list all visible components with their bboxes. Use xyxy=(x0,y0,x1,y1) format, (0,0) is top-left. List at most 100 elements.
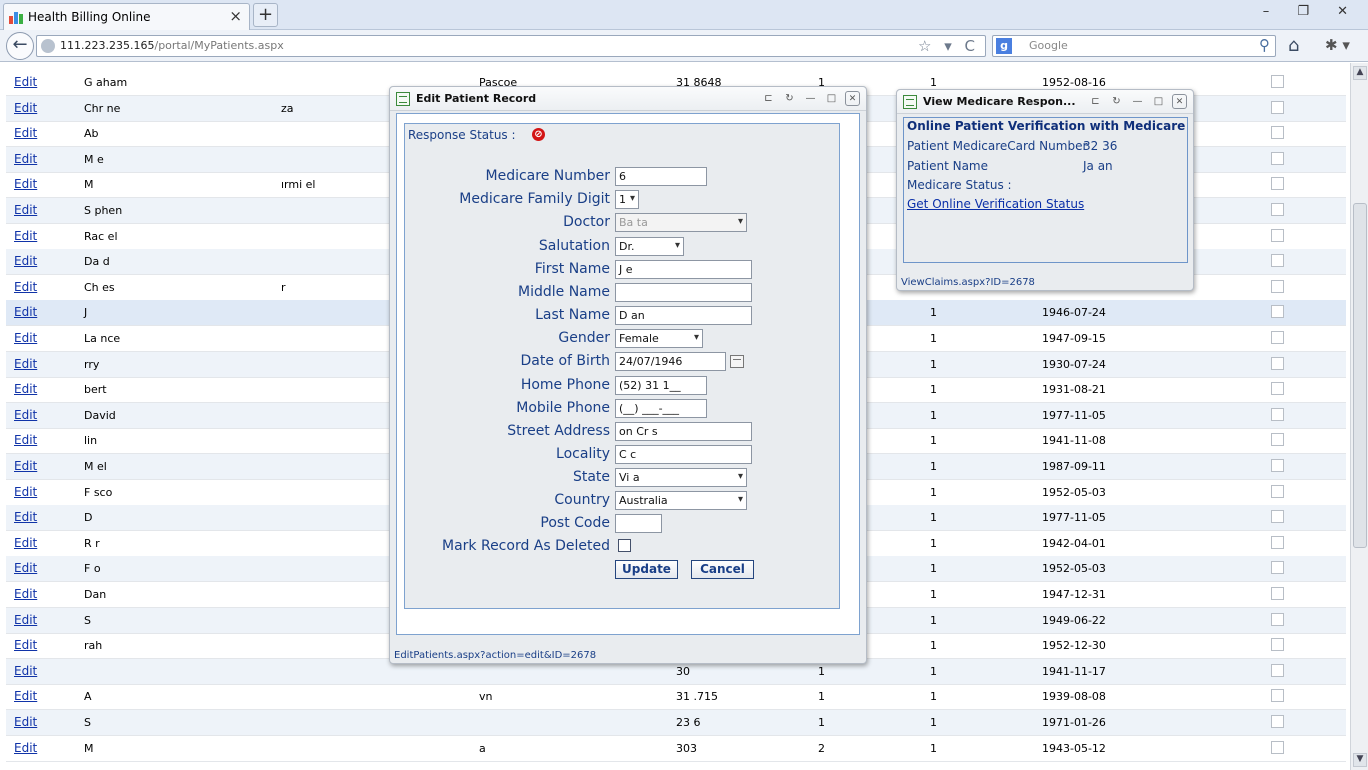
refresh-icon[interactable]: ↻ xyxy=(1109,95,1124,110)
edit-link[interactable]: Edit xyxy=(14,382,37,396)
row-checkbox[interactable] xyxy=(1271,356,1284,370)
row-checkbox[interactable] xyxy=(1271,561,1284,575)
close-icon[interactable]: ✕ xyxy=(845,91,860,106)
row-checkbox[interactable] xyxy=(1271,535,1284,549)
country-select[interactable]: Australia xyxy=(615,491,747,510)
refresh-icon[interactable]: ↻ xyxy=(782,92,797,107)
edit-link[interactable]: Edit xyxy=(14,177,37,191)
edit-link[interactable]: Edit xyxy=(14,280,37,294)
cancel-button[interactable]: Cancel xyxy=(691,560,754,579)
state-select[interactable]: Vi a xyxy=(615,468,747,487)
row-checkbox[interactable] xyxy=(1271,75,1284,88)
row-checkbox[interactable] xyxy=(1271,177,1284,191)
edit-link[interactable]: Edit xyxy=(14,638,37,652)
gender-select[interactable]: Female xyxy=(615,329,703,348)
mobile-phone-input[interactable]: (__) ___-___ xyxy=(615,399,707,418)
dialog-header[interactable]: View Medicare Respon... ⊏ ↻ — □ ✕ xyxy=(897,90,1193,114)
first-name-input[interactable]: J e xyxy=(615,260,752,279)
edit-link[interactable]: Edit xyxy=(14,510,37,524)
row-checkbox[interactable] xyxy=(1271,587,1284,600)
row-checkbox[interactable] xyxy=(1271,689,1284,703)
get-verification-status-link[interactable]: Get Online Verification Status xyxy=(907,197,1084,211)
doctor-select[interactable]: Ba ta xyxy=(615,213,747,232)
edit-link[interactable]: Edit xyxy=(14,587,37,601)
edit-link[interactable]: Edit xyxy=(14,75,37,89)
back-arrow-icon[interactable]: ← xyxy=(6,32,34,60)
row-checkbox[interactable] xyxy=(1271,279,1284,293)
edit-link[interactable]: Edit xyxy=(14,613,37,627)
address-bar[interactable]: 111.223.235.165/portal/MyPatients.aspx ☆… xyxy=(36,35,986,57)
row-checkbox[interactable] xyxy=(1271,407,1284,421)
row-checkbox[interactable] xyxy=(1271,433,1284,447)
close-icon[interactable]: ✕ xyxy=(1172,94,1187,109)
edit-link[interactable]: Edit xyxy=(14,357,37,371)
edit-link[interactable]: Edit xyxy=(14,689,37,703)
table-row[interactable]: Edit M a 303 2 1 1943-05-12 xyxy=(6,736,1346,762)
home-icon[interactable]: ⌂ xyxy=(1288,35,1299,56)
row-checkbox[interactable] xyxy=(1271,638,1284,652)
row-checkbox[interactable] xyxy=(1271,228,1284,242)
row-checkbox[interactable] xyxy=(1271,126,1284,140)
scroll-down-button[interactable]: ▼ xyxy=(1353,753,1367,767)
browser-tab[interactable]: Health Billing Online × xyxy=(3,3,250,30)
row-checkbox[interactable] xyxy=(1271,740,1284,754)
edit-link[interactable]: Edit xyxy=(14,305,37,319)
date-of-birth-input[interactable]: 24/07/1946 xyxy=(615,352,726,371)
edit-link[interactable]: Edit xyxy=(14,254,37,268)
edit-link[interactable]: Edit xyxy=(14,101,37,115)
row-checkbox[interactable] xyxy=(1271,203,1284,216)
post-code-input[interactable] xyxy=(615,514,662,533)
edit-link[interactable]: Edit xyxy=(14,459,37,473)
row-checkbox[interactable] xyxy=(1271,382,1284,396)
mark-deleted-checkbox[interactable] xyxy=(618,539,631,552)
tab-close-icon[interactable]: × xyxy=(229,7,242,25)
home-phone-input[interactable]: (52) 31 1__ xyxy=(615,376,707,395)
update-button[interactable]: Update xyxy=(615,560,678,579)
table-row[interactable]: Edit A vn 31 .715 1 1 1939-08-08 xyxy=(6,684,1346,711)
row-checkbox[interactable] xyxy=(1271,254,1284,268)
row-checkbox[interactable] xyxy=(1271,100,1284,114)
edit-link[interactable]: Edit xyxy=(14,664,37,678)
middle-name-input[interactable] xyxy=(615,283,752,302)
row-checkbox[interactable] xyxy=(1271,459,1284,472)
window-controls[interactable]: – ❐ ✕ xyxy=(1263,4,1360,19)
row-checkbox[interactable] xyxy=(1271,484,1284,498)
edit-link[interactable]: Edit xyxy=(14,536,37,550)
edit-link[interactable]: Edit xyxy=(14,203,37,217)
minimize-icon[interactable]: — xyxy=(803,92,818,107)
last-name-input[interactable]: D an xyxy=(615,306,752,325)
new-tab-button[interactable]: + xyxy=(253,3,278,27)
row-checkbox[interactable] xyxy=(1271,510,1284,524)
minimize-icon[interactable]: — xyxy=(1130,95,1145,110)
calendar-icon[interactable] xyxy=(730,355,744,368)
edit-link[interactable]: Edit xyxy=(14,331,37,345)
edit-link[interactable]: Edit xyxy=(14,408,37,422)
google-icon[interactable]: g xyxy=(996,38,1012,54)
scroll-thumb[interactable] xyxy=(1353,203,1367,548)
edit-link[interactable]: Edit xyxy=(14,485,37,499)
locality-input[interactable]: C c xyxy=(615,445,752,464)
street-address-input[interactable]: on Cr s xyxy=(615,422,752,441)
maximize-icon[interactable]: □ xyxy=(1151,95,1166,110)
url-icons[interactable]: ☆ ▾ C xyxy=(918,37,979,55)
row-checkbox[interactable] xyxy=(1271,331,1284,344)
maximize-icon[interactable]: □ xyxy=(824,92,839,107)
table-row[interactable]: Edit S 23 6 1 1 1971-01-26 xyxy=(6,710,1346,736)
row-checkbox[interactable] xyxy=(1271,715,1284,728)
edit-link[interactable]: Edit xyxy=(14,741,37,755)
scroll-up-button[interactable]: ▲ xyxy=(1353,66,1367,80)
row-checkbox[interactable] xyxy=(1271,663,1284,677)
dialog-header[interactable]: Edit Patient Record ⊏ ↻ — □ ✕ xyxy=(390,87,866,111)
edit-link[interactable]: Edit xyxy=(14,715,37,729)
addon-icon[interactable]: ✱ ▾ xyxy=(1325,36,1350,54)
edit-link[interactable]: Edit xyxy=(14,561,37,575)
row-checkbox[interactable] xyxy=(1271,151,1284,165)
medicare-number-input[interactable]: 6 xyxy=(615,167,707,186)
search-icon[interactable]: ⚲ xyxy=(1259,36,1270,54)
edit-link[interactable]: Edit xyxy=(14,433,37,447)
search-input[interactable]: g Google ⚲ xyxy=(992,35,1276,57)
pin-icon[interactable]: ⊏ xyxy=(1088,95,1103,110)
row-checkbox[interactable] xyxy=(1271,612,1284,626)
row-checkbox[interactable] xyxy=(1271,305,1284,319)
pin-icon[interactable]: ⊏ xyxy=(761,92,776,107)
